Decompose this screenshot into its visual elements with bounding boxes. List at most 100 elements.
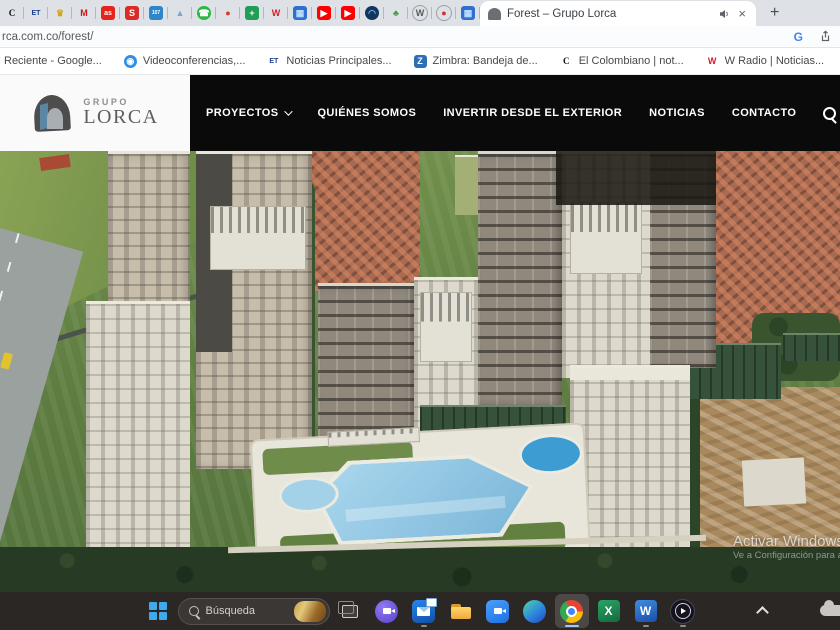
pinned-tab-blue-mosaic-site[interactable]: ▦ [288, 0, 312, 26]
taxi [0, 351, 14, 370]
toolbar-icons: G [794, 30, 832, 44]
chrome-app[interactable] [554, 594, 589, 628]
word-app[interactable]: W [629, 594, 663, 628]
blue-mosaic-site-favicon: ▦ [293, 6, 307, 20]
bookmark-videoconferencias[interactable]: ◉ Videoconferencias,... [123, 54, 245, 68]
tower-2 [318, 283, 416, 448]
bookmark-label: Noticias Principales... [286, 55, 392, 67]
header-icons: f [823, 106, 840, 121]
pinned-tab-dot-badge-site[interactable]: ● [432, 0, 456, 26]
pinned-tab-whatsapp[interactable]: ☎ [192, 0, 216, 26]
pinned-tab-youtube-1[interactable]: ▶ [312, 0, 336, 26]
pinned-tab-youtube-2[interactable]: ▶ [336, 0, 360, 26]
nav-label: PROYECTOS [206, 107, 279, 119]
tower-3 [478, 151, 562, 406]
search-placeholder: Búsqueda [205, 605, 256, 617]
nav-item-noticias[interactable]: NOTICIAS [649, 107, 705, 119]
el-tiempo-noticias-bookmark-icon: ET [269, 57, 279, 65]
mail-app[interactable] [407, 594, 441, 628]
pinned-tab-el-colombiano[interactable]: C [0, 0, 24, 26]
bookmark-el-colombiano[interactable]: C El Colombiano | not... [560, 55, 684, 68]
search-highlight-image[interactable] [293, 600, 326, 622]
hero-image: Activar Windows Ve a Configuración para … [0, 151, 840, 593]
search-icon[interactable] [823, 106, 837, 120]
nav-item-contacto[interactable]: CONTACTO [732, 107, 797, 119]
grupo-lorca-logo-icon [31, 93, 73, 133]
hidden-icons-chevron[interactable] [756, 606, 769, 619]
pinned-tab-el-tiempo[interactable]: ET [24, 0, 48, 26]
site-logo[interactable]: GRUPO LORCA [0, 75, 190, 151]
pinned-tab-green-plus-site[interactable]: + [240, 0, 264, 26]
bookmark-el-tiempo-noticias[interactable]: ET Noticias Principales... [267, 55, 391, 68]
address-bar[interactable]: rca.com.co/forest/ [2, 31, 93, 43]
tab-audio-icon[interactable] [718, 8, 730, 20]
bookmark-zimbra[interactable]: Z Zimbra: Bandeja de... [413, 54, 538, 68]
el-colombiano-favicon: C [8, 7, 16, 18]
pinned-tab-gold-crown-site[interactable]: ♛ [48, 0, 72, 26]
logo-text-lorca: LORCA [83, 106, 159, 129]
bookmark-label: Reciente - Google... [4, 55, 102, 67]
active-tab[interactable]: Forest – Grupo Lorca × [480, 1, 756, 26]
taskbar-search[interactable]: Búsqueda [177, 597, 330, 625]
site-header: GRUPO LORCA PROYECTOS QUIÉNES SOMOS INVERT… [0, 75, 840, 151]
bookmark-w-radio[interactable]: W W Radio | Noticias... [706, 55, 824, 68]
pinned-tab-wordpress[interactable]: W [408, 0, 432, 26]
zoom-app[interactable] [481, 594, 515, 628]
browser-toolbar: rca.com.co/forest/ G [0, 26, 840, 48]
nav-item-invertir-desde-el-exterior[interactable]: INVERTIR DESDE EL EXTERIOR [443, 107, 622, 119]
file-explorer-app[interactable] [444, 594, 478, 628]
w-radio-favicon: W [271, 7, 281, 18]
green-plant-site-favicon: ♣ [393, 7, 399, 18]
site-favicon [488, 7, 501, 20]
tower-left-lower [86, 301, 190, 552]
navy-circle-site-favicon: ◠ [365, 6, 379, 20]
pinned-tab-green-plant-site[interactable]: ♣ [384, 0, 408, 26]
task-view-icon [337, 600, 358, 618]
nav-item-proyectos[interactable]: PROYECTOS [206, 107, 294, 119]
active-tab-title: Forest – Grupo Lorca [507, 7, 617, 20]
google-icon[interactable]: G [794, 30, 803, 44]
mail-icon [412, 597, 437, 623]
bookmark-reciente-google[interactable]: Reciente - Google... [4, 55, 102, 67]
main-pool-rim [313, 451, 535, 546]
excel-app[interactable]: X [592, 594, 626, 628]
pinned-tab-blue-mosaic-site-2[interactable]: ▦ [456, 0, 480, 26]
tower-1-roofdeck [210, 206, 306, 270]
tower-left-upper [108, 151, 190, 310]
nav-item-qui-nes-somos[interactable]: QUIÉNES SOMOS [317, 107, 416, 119]
taskbar: Búsqueda X W [0, 592, 840, 630]
zoom-icon [486, 599, 509, 623]
nav-label: QUIÉNES SOMOS [317, 107, 417, 119]
media-player-app[interactable] [666, 594, 700, 628]
pinned-tab-navy-circle-site[interactable]: ◠ [360, 0, 384, 26]
start-button[interactable] [141, 594, 175, 628]
bookmarks-bar: Reciente - Google... ◉ Videoconferencias,.… [0, 48, 840, 75]
pinned-tab-diario-as[interactable]: as [96, 0, 120, 26]
radio-107-favicon: 107 [149, 6, 163, 20]
edge-app[interactable] [518, 594, 552, 628]
edge-icon [523, 599, 546, 623]
red-s-site-favicon: S [125, 6, 139, 20]
cloud-icon[interactable] [820, 600, 840, 616]
pinned-tab-radio-107[interactable]: 107 [144, 0, 168, 26]
share-icon[interactable] [819, 30, 832, 43]
video-chat-app[interactable] [370, 594, 404, 628]
screen: { "window": { "title": "Forest – Grupo L… [0, 0, 840, 630]
task-view-button[interactable] [333, 594, 367, 628]
mountain-site-favicon: ▲ [175, 7, 185, 18]
pinned-tab-red-s-site[interactable]: S [120, 0, 144, 26]
tower-1 [196, 151, 312, 469]
w-radio-bookmark-icon: W [707, 55, 717, 66]
new-tab-button[interactable]: + [770, 4, 779, 22]
bookmark-label: W Radio | Noticias... [724, 55, 825, 67]
tab-close-icon[interactable]: × [736, 6, 748, 21]
map-pin-site-favicon: ● [225, 7, 231, 18]
watermark-line1: Activar Windows [733, 533, 840, 550]
browser-tab-strip: C ET ♛ Mas S 107 ▲ ☎ ● + W ▦ ▶ ▶ ◠ ♣ W ● ▦ Forest – Grupo … [0, 0, 840, 26]
pinned-tab-w-radio[interactable]: W [264, 0, 288, 26]
pinned-tab-map-pin-site[interactable]: ● [216, 0, 240, 26]
green-roof-far-right [783, 333, 840, 361]
pinned-tab-mountain-site[interactable]: ▲ [168, 0, 192, 26]
pinned-tab-marca[interactable]: M [72, 0, 96, 26]
nav-label: NOTICIAS [649, 107, 705, 119]
